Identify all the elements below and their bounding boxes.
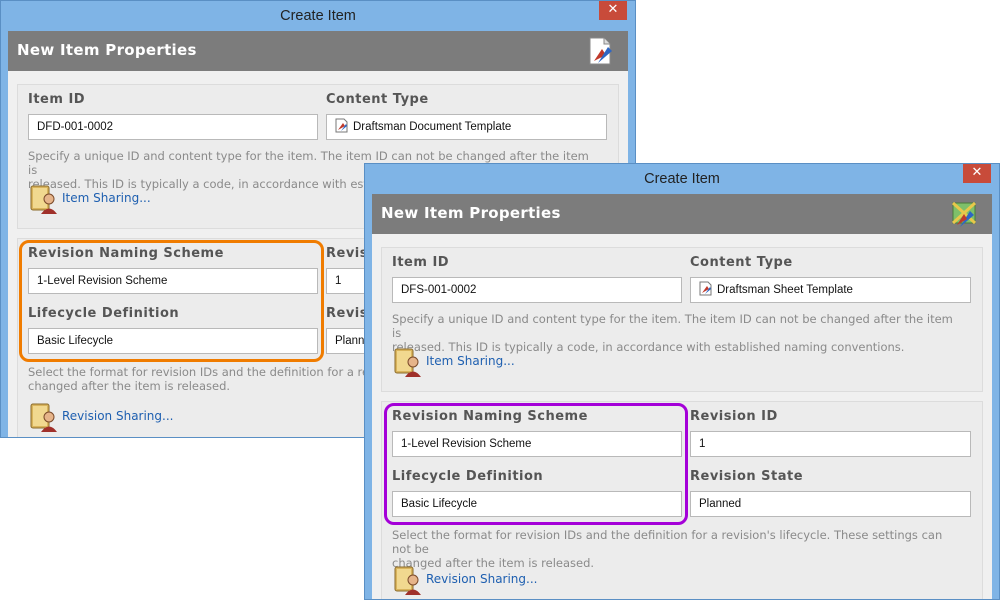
properties-header: New Item Properties bbox=[372, 194, 992, 234]
item-id-field[interactable]: DFS-001-0002 bbox=[392, 277, 682, 303]
sharing-book-icon bbox=[30, 185, 57, 214]
item-description-line2: released. This ID is typically a code, i… bbox=[392, 340, 905, 354]
dialog-client-area: New Item Properties Item ID DFS-001-0002… bbox=[372, 194, 992, 599]
close-button[interactable]: ✕ bbox=[599, 1, 627, 20]
item-sharing-link[interactable]: Item Sharing... bbox=[62, 191, 151, 205]
window-title: Create Item bbox=[644, 171, 720, 187]
lifecycle-definition-label: Lifecycle Definition bbox=[28, 306, 180, 321]
window-title: Create Item bbox=[280, 8, 356, 24]
lifecycle-definition-field[interactable]: Basic Lifecycle bbox=[392, 491, 682, 517]
content-type-value: Draftsman Document Template bbox=[353, 121, 512, 133]
lifecycle-definition-field[interactable]: Basic Lifecycle bbox=[28, 328, 318, 354]
content-type-field[interactable]: Draftsman Sheet Template bbox=[690, 277, 971, 303]
item-panel: Item ID DFS-001-0002 Content Type Drafts… bbox=[381, 247, 983, 392]
item-id-label: Item ID bbox=[392, 255, 450, 270]
revision-naming-scheme-field[interactable]: 1-Level Revision Scheme bbox=[392, 431, 682, 457]
content-type-field[interactable]: Draftsman Document Template bbox=[326, 114, 607, 140]
item-id-label: Item ID bbox=[28, 92, 86, 107]
document-icon bbox=[699, 281, 712, 296]
revision-sharing-link[interactable]: Revision Sharing... bbox=[426, 572, 537, 586]
revision-id-field[interactable]: 1 bbox=[690, 431, 971, 457]
revision-panel: Revision Naming Scheme 1-Level Revision … bbox=[381, 401, 983, 599]
revision-id-label: Revis bbox=[326, 246, 368, 261]
close-button[interactable]: ✕ bbox=[963, 164, 991, 183]
close-icon: ✕ bbox=[607, 2, 619, 17]
document-template-icon bbox=[589, 37, 612, 65]
item-description-line1: Specify a unique ID and content type for… bbox=[392, 312, 953, 340]
sharing-book-icon bbox=[30, 403, 57, 432]
content-type-value: Draftsman Sheet Template bbox=[717, 284, 853, 296]
revision-state-label: Revision State bbox=[690, 469, 804, 484]
close-icon: ✕ bbox=[971, 165, 983, 180]
revision-naming-scheme-label: Revision Naming Scheme bbox=[392, 409, 588, 424]
header-title: New Item Properties bbox=[381, 204, 561, 222]
revision-description-line2: changed after the item is released. bbox=[392, 556, 595, 570]
item-sharing-link[interactable]: Item Sharing... bbox=[426, 354, 515, 368]
create-item-dialog-front: Create Item ✕ New Item Properties Item I… bbox=[364, 163, 1000, 600]
lifecycle-definition-label: Lifecycle Definition bbox=[392, 469, 544, 484]
properties-header: New Item Properties bbox=[8, 31, 628, 71]
item-description: Specify a unique ID and content type for… bbox=[392, 312, 962, 354]
sharing-book-icon bbox=[394, 566, 421, 595]
revision-naming-scheme-field[interactable]: 1-Level Revision Scheme bbox=[28, 268, 318, 294]
revision-description: Select the format for revision IDs and t… bbox=[392, 528, 962, 570]
revision-sharing-link[interactable]: Revision Sharing... bbox=[62, 409, 173, 423]
content-type-label: Content Type bbox=[690, 255, 793, 270]
header-title: New Item Properties bbox=[17, 41, 197, 59]
revision-naming-scheme-label: Revision Naming Scheme bbox=[28, 246, 224, 261]
document-icon bbox=[335, 118, 348, 133]
revision-description-line1: Select the format for revision IDs and t… bbox=[392, 528, 943, 556]
revision-id-label: Revision ID bbox=[690, 409, 778, 424]
item-id-field[interactable]: DFD-001-0002 bbox=[28, 114, 318, 140]
revision-state-label: Revis bbox=[326, 306, 368, 321]
content-type-label: Content Type bbox=[326, 92, 429, 107]
sheet-template-icon bbox=[952, 201, 977, 227]
revision-state-field[interactable]: Planned bbox=[690, 491, 971, 517]
sharing-book-icon bbox=[394, 348, 421, 377]
